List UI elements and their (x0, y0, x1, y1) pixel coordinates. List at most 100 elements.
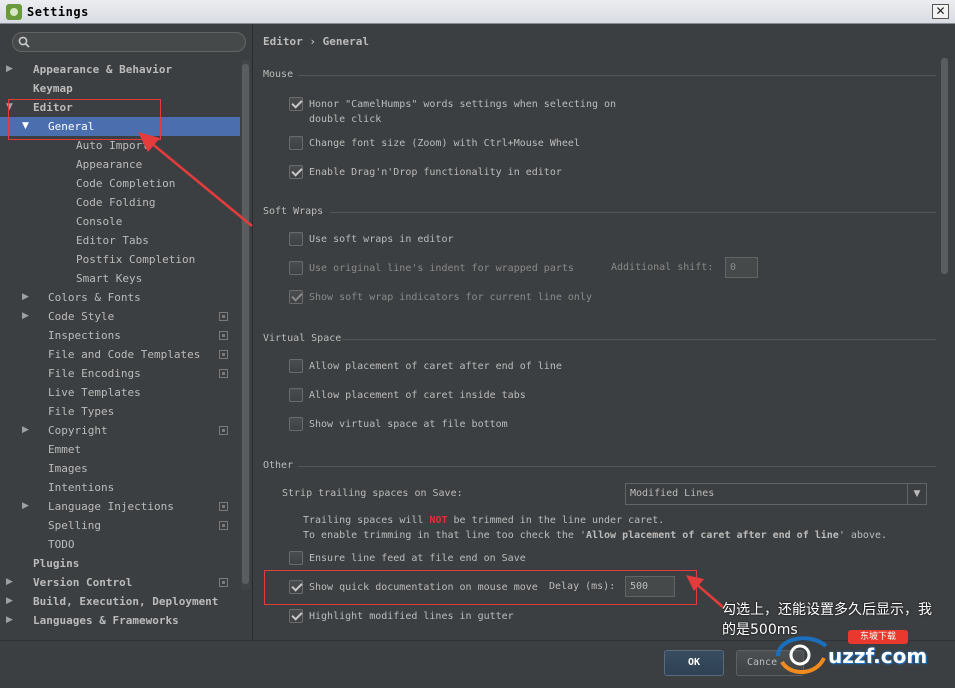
sidebar-item-intentions[interactable]: Intentions (0, 478, 240, 497)
trailing-note-line1: Trailing spaces will NOT be trimmed in t… (303, 515, 664, 526)
chevron-right-icon[interactable]: ▶ (22, 421, 32, 440)
checkbox-line-feed[interactable] (289, 551, 303, 565)
option-zoom[interactable]: Change font size (Zoom) with Ctrl+Mouse … (289, 136, 580, 151)
watermark-text: uzzf.com (828, 644, 928, 668)
sidebar-item-build-execution-deployment[interactable]: ▶ Build, Execution, Deployment (0, 592, 240, 611)
sidebar-scrollbar-thumb[interactable] (242, 64, 249, 584)
sidebar-scrollbar[interactable] (241, 60, 250, 590)
checkbox-wrap-indicators[interactable] (289, 290, 303, 304)
sidebar-item-label: File Types (48, 405, 115, 418)
project-scope-icon (219, 350, 228, 359)
chevron-right-icon[interactable]: ▶ (22, 288, 32, 307)
sidebar-item-inspections[interactable]: Inspections (0, 326, 240, 345)
sidebar-item-label: File and Code Templates (48, 348, 201, 361)
sidebar-item-appearance[interactable]: Appearance (0, 155, 240, 174)
option-camel-humps-line1: Honor "CamelHumps" words settings when s… (309, 99, 617, 110)
option-wrap-indicators[interactable]: Show soft wrap indicators for current li… (289, 290, 592, 305)
option-soft-wraps-label: Use soft wraps in editor (309, 234, 454, 245)
project-scope-icon (219, 578, 228, 587)
strip-trailing-label: Strip trailing spaces on Save: (282, 488, 463, 499)
sidebar-item-language-injections[interactable]: ▶ Language Injections (0, 497, 240, 516)
sidebar-item-plugins[interactable]: Plugins (0, 554, 240, 573)
sidebar-item-copyright[interactable]: ▶ Copyright (0, 421, 240, 440)
note2-text-end: ' above. (838, 530, 888, 541)
note1-text: Trailing spaces will (303, 515, 430, 526)
option-drag-drop-label: Enable Drag'n'Drop functionality in edit… (309, 167, 562, 178)
window-title: Settings (27, 4, 89, 19)
sidebar-item-label: Language Injections (48, 500, 174, 513)
search-input[interactable] (12, 32, 246, 52)
sidebar-item-emmet[interactable]: Emmet (0, 440, 240, 459)
sidebar-item-label: Appearance (76, 158, 143, 171)
sidebar-item-colors-fonts[interactable]: ▶ Colors & Fonts (0, 288, 240, 307)
option-camel-humps[interactable]: Honor "CamelHumps" words settings when s… (289, 97, 616, 127)
sidebar-item-file-encodings[interactable]: File Encodings (0, 364, 240, 383)
trailing-note-line2: To enable trimming in that line too chec… (303, 530, 887, 541)
checkbox-original-indent[interactable] (289, 261, 303, 275)
sidebar-item-console[interactable]: Console (0, 212, 240, 231)
checkbox-virtual-space-bottom[interactable] (289, 417, 303, 431)
chevron-down-icon[interactable]: ▼ (907, 484, 926, 504)
option-caret-inside-tabs-label: Allow placement of caret inside tabs (309, 390, 526, 401)
sidebar-item-code-style[interactable]: ▶ Code Style (0, 307, 240, 326)
section-soft-wraps-title: Soft Wraps (263, 206, 324, 217)
checkbox-caret-inside-tabs[interactable] (289, 388, 303, 402)
chevron-right-icon[interactable]: ▶ (22, 307, 32, 326)
option-drag-drop[interactable]: Enable Drag'n'Drop functionality in edit… (289, 165, 562, 180)
sidebar-item-editor-tabs[interactable]: Editor Tabs (0, 231, 240, 250)
project-scope-icon (219, 521, 228, 530)
chevron-right-icon[interactable]: ▶ (6, 592, 16, 611)
strip-trailing-select[interactable]: Modified Lines ▼ (625, 483, 927, 505)
project-scope-icon (219, 426, 228, 435)
sidebar-item-file-types[interactable]: File Types (0, 402, 240, 421)
ok-button[interactable]: OK (664, 650, 724, 676)
close-button[interactable]: ✕ (932, 4, 949, 19)
note1-emphasis: NOT (429, 515, 448, 526)
option-line-feed[interactable]: Ensure line feed at file end on Save (289, 551, 526, 566)
sidebar-item-spelling[interactable]: Spelling (0, 516, 240, 535)
sidebar-item-postfix-completion[interactable]: Postfix Completion (0, 250, 240, 269)
sidebar-item-file-and-code-templates[interactable]: File and Code Templates (0, 345, 240, 364)
watermark-logo: 东坡下载 uzzf.com (770, 624, 950, 682)
chevron-right-icon[interactable]: ▶ (22, 497, 32, 516)
option-highlight-modified[interactable]: Highlight modified lines in gutter (289, 609, 514, 624)
chevron-right-icon[interactable]: ▶ (6, 60, 16, 79)
sidebar-item-keymap[interactable]: Keymap (0, 79, 240, 98)
content-scrollbar[interactable] (940, 56, 949, 626)
sidebar-item-label: Appearance & Behavior (33, 63, 173, 76)
project-scope-icon (219, 369, 228, 378)
sidebar-item-code-folding[interactable]: Code Folding (0, 193, 240, 212)
sidebar-item-code-completion[interactable]: Code Completion (0, 174, 240, 193)
sidebar-item-live-templates[interactable]: Live Templates (0, 383, 240, 402)
content-scrollbar-thumb[interactable] (941, 58, 948, 274)
section-virtual-space-title: Virtual Space (263, 333, 342, 344)
sidebar-item-label: Smart Keys (76, 272, 143, 285)
checkbox-highlight-modified[interactable] (289, 609, 303, 623)
checkbox-caret-after-eol[interactable] (289, 359, 303, 373)
chevron-right-icon[interactable]: ▶ (6, 573, 16, 592)
option-original-indent[interactable]: Use original line's indent for wrapped p… (289, 261, 574, 276)
sidebar-item-label: Code Completion (76, 177, 176, 190)
sidebar-item-images[interactable]: Images (0, 459, 240, 478)
option-virtual-space-bottom-label: Show virtual space at file bottom (309, 419, 508, 430)
checkbox-soft-wraps[interactable] (289, 232, 303, 246)
sidebar-item-languages-frameworks[interactable]: ▶ Languages & Frameworks (0, 611, 240, 630)
search-icon (18, 36, 30, 48)
project-scope-icon (219, 312, 228, 321)
option-soft-wraps[interactable]: Use soft wraps in editor (289, 232, 454, 247)
watermark-swirl-icon (776, 636, 828, 674)
checkbox-zoom[interactable] (289, 136, 303, 150)
sidebar-item-smart-keys[interactable]: Smart Keys (0, 269, 240, 288)
option-caret-after-eol[interactable]: Allow placement of caret after end of li… (289, 359, 562, 374)
sidebar-item-version-control[interactable]: ▶ Version Control (0, 573, 240, 592)
additional-shift-input[interactable]: 0 (725, 257, 758, 278)
checkbox-drag-drop[interactable] (289, 165, 303, 179)
option-virtual-space-bottom[interactable]: Show virtual space at file bottom (289, 417, 508, 432)
chevron-right-icon[interactable]: ▶ (6, 611, 16, 630)
sidebar-item-label: Emmet (48, 443, 82, 456)
option-caret-inside-tabs[interactable]: Allow placement of caret inside tabs (289, 388, 526, 403)
sidebar-item-appearance-behavior[interactable]: ▶ Appearance & Behavior (0, 60, 240, 79)
checkbox-camel-humps[interactable] (289, 97, 303, 111)
note2-text: To enable trimming in that line too chec… (303, 530, 586, 541)
sidebar-item-todo[interactable]: TODO (0, 535, 240, 554)
